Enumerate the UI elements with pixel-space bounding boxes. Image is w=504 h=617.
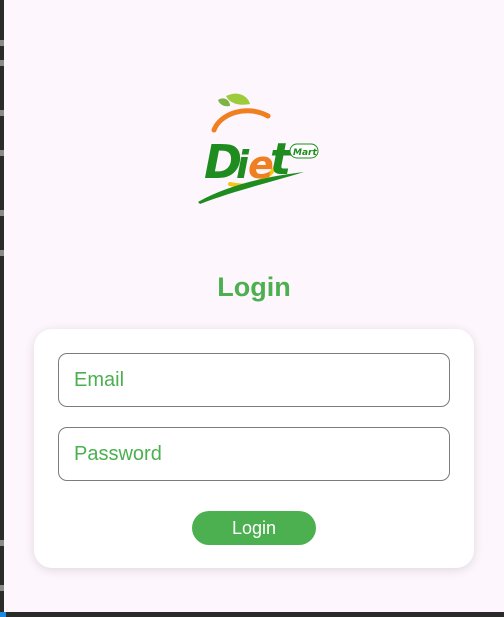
login-button[interactable]: Login — [192, 511, 316, 545]
page-title: Login — [217, 272, 291, 302]
password-field[interactable] — [74, 442, 449, 466]
login-card: Login — [34, 329, 474, 568]
password-field-container — [58, 427, 450, 481]
diet-mart-logo: D i e t Mart — [190, 90, 326, 208]
bottom-edge — [0, 612, 504, 617]
svg-text:Mart: Mart — [293, 148, 317, 158]
app-screen: D i e t Mart Login Login — [4, 0, 504, 612]
email-field[interactable] — [74, 368, 449, 392]
email-field-container — [58, 353, 450, 407]
